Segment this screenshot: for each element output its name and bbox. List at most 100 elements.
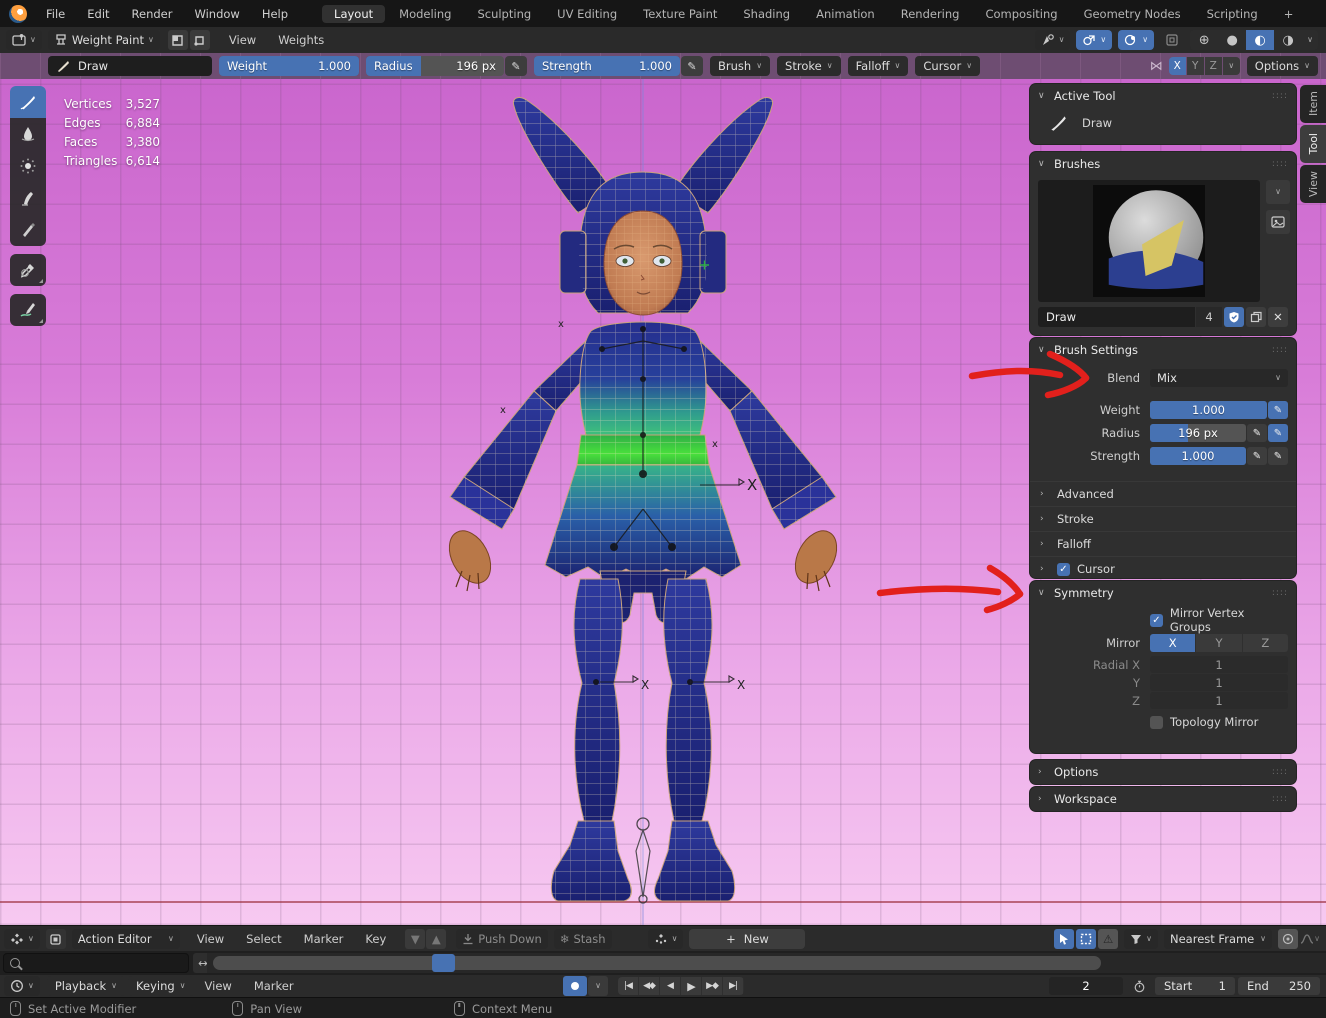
subpanel-stroke[interactable]: ›Stroke <box>1030 506 1296 531</box>
workspace-tab-animation[interactable]: Animation <box>804 5 887 23</box>
tool-blur-button[interactable] <box>10 118 46 150</box>
dopesheet-menu-view[interactable]: View <box>186 932 235 946</box>
workspace-tab-shading[interactable]: Shading <box>731 5 802 23</box>
subpanel-advanced[interactable]: ›Advanced <box>1030 481 1296 506</box>
panel-options-header[interactable]: › Options :::: <box>1030 760 1296 783</box>
weight-slider[interactable]: Weight 1.000 <box>219 56 359 76</box>
tool-average-button[interactable] <box>10 150 46 182</box>
sidebar-tab-item[interactable]: Item <box>1300 85 1326 123</box>
proportional-edit-toggle[interactable] <box>1278 929 1298 949</box>
panel-brush-settings-header[interactable]: ∨ Brush Settings :::: <box>1030 338 1296 361</box>
dopesheet-menu-key[interactable]: Key <box>354 932 397 946</box>
menu-file[interactable]: File <box>35 7 76 21</box>
panel-grip-icon[interactable]: :::: <box>1272 588 1288 598</box>
dopesheet-scroll-track[interactable] <box>207 953 1326 973</box>
push-down-button[interactable]: Push Down <box>456 929 548 949</box>
subpanel-falloff[interactable]: ›Falloff <box>1030 531 1296 556</box>
workspace-tab-scripting[interactable]: Scripting <box>1195 5 1270 23</box>
radius-slider[interactable]: 196 px <box>1150 424 1246 442</box>
only-errors-toggle[interactable]: ⚠ <box>1098 929 1118 949</box>
jump-to-start-button[interactable]: |◀ <box>618 977 638 995</box>
sidebar-tab-tool[interactable]: Tool <box>1300 125 1326 163</box>
workspace-tab-sculpting[interactable]: Sculpting <box>465 5 543 23</box>
select-box-button[interactable] <box>1076 929 1096 949</box>
panel-workspace-header[interactable]: › Workspace :::: <box>1030 787 1296 810</box>
panel-active-tool-header[interactable]: ∨ Active Tool :::: <box>1030 84 1296 107</box>
blender-logo-icon[interactable] <box>9 5 27 23</box>
keying-set-button[interactable]: ∨ <box>648 929 684 949</box>
play-button[interactable]: ▶ <box>681 977 701 995</box>
brush-preview[interactable] <box>1038 180 1260 302</box>
menu-view[interactable]: View <box>218 33 267 47</box>
panel-grip-icon[interactable]: :::: <box>1272 767 1288 777</box>
unified-radius-button[interactable]: ✎ <box>1268 424 1288 442</box>
vertex-mask-toggle[interactable] <box>190 30 210 50</box>
panel-grip-icon[interactable]: :::: <box>1272 794 1288 804</box>
current-frame-field[interactable]: 2 <box>1049 977 1123 995</box>
weight-slider[interactable]: 1.000 <box>1150 401 1267 419</box>
mirror-x-toggle[interactable]: X <box>1169 57 1186 75</box>
panel-grip-icon[interactable]: :::: <box>1272 91 1288 101</box>
playback-dropdown[interactable]: Playback∨ <box>47 976 125 996</box>
use-preview-range-button[interactable] <box>1129 976 1149 996</box>
tool-annotate-button[interactable] <box>10 294 46 326</box>
select-tweak-button[interactable] <box>1054 929 1074 949</box>
radial-y-field[interactable]: 1 <box>1150 674 1288 691</box>
paint-mask-toggle[interactable] <box>168 30 188 50</box>
panel-grip-icon[interactable]: :::: <box>1272 345 1288 355</box>
auto-keying-dropdown[interactable]: ∨ <box>588 976 608 996</box>
shading-material-button[interactable]: ◐ <box>1246 30 1274 50</box>
unlink-brush-button[interactable]: ✕ <box>1268 307 1288 327</box>
unified-strength-button[interactable]: ✎ <box>1268 447 1288 465</box>
strength-slider[interactable]: 1.000 <box>1150 447 1246 465</box>
play-reverse-button[interactable]: ◀ <box>660 977 680 995</box>
shading-rendered-button[interactable]: ◑ <box>1274 30 1302 50</box>
stroke-dropdown[interactable]: Stroke∨ <box>777 56 841 76</box>
timeline-menu-marker[interactable]: Marker <box>243 979 305 993</box>
sidebar-tab-view[interactable]: View <box>1300 165 1326 203</box>
browse-action-up-button[interactable]: ▲ <box>426 929 446 949</box>
options-dropdown[interactable]: Options∨ <box>1247 56 1318 76</box>
radial-z-field[interactable]: 1 <box>1150 692 1288 709</box>
keying-dropdown[interactable]: Keying∨ <box>128 976 194 996</box>
dopesheet-editor-type-button[interactable]: ∨ <box>4 929 40 949</box>
topology-mirror-checkbox[interactable] <box>1150 716 1163 729</box>
radial-x-field[interactable]: 1 <box>1150 656 1288 673</box>
brush-dropdown[interactable]: Brush∨ <box>710 56 770 76</box>
cursor-checkbox[interactable]: ✓ <box>1057 563 1070 576</box>
subpanel-cursor[interactable]: › ✓ Cursor <box>1030 556 1296 581</box>
tool-gradient-button[interactable] <box>10 214 46 246</box>
end-frame-field[interactable]: End 250 <box>1238 977 1320 995</box>
menu-render[interactable]: Render <box>121 7 184 21</box>
start-frame-field[interactable]: Start 1 <box>1155 977 1235 995</box>
workspace-tab-layout[interactable]: Layout <box>322 5 385 23</box>
strength-pressure-button[interactable]: ✎ <box>1247 447 1267 465</box>
channel-search-input[interactable] <box>3 953 189 973</box>
unified-weight-button[interactable]: ✎ <box>1268 401 1288 419</box>
blend-mode-dropdown[interactable]: Mix ∨ <box>1150 369 1288 387</box>
region-overlap-icon[interactable] <box>1162 30 1182 50</box>
panel-grip-icon[interactable]: :::: <box>1272 159 1288 169</box>
mirror-vertex-groups-checkbox[interactable]: ✓ <box>1150 614 1163 627</box>
active-tool-field[interactable]: Draw <box>48 56 212 76</box>
horizontal-scrollbar[interactable] <box>213 956 1101 970</box>
show-gizmo-dropdown[interactable]: ∨ <box>1035 30 1071 50</box>
editor-type-button[interactable]: ∨ <box>6 30 42 50</box>
panel-brushes-header[interactable]: ∨ Brushes :::: <box>1030 152 1296 175</box>
falloff-dropdown[interactable]: Falloff∨ <box>848 56 909 76</box>
proportional-falloff-dropdown[interactable]: ∨ <box>1300 929 1320 949</box>
dopesheet-menu-select[interactable]: Select <box>235 932 292 946</box>
mirror-x-button[interactable]: X <box>1150 634 1195 652</box>
mirror-more-dropdown[interactable]: ∨ <box>1223 57 1240 75</box>
brush-image-button[interactable] <box>1266 210 1290 234</box>
shading-solid-button[interactable]: ● <box>1218 30 1246 50</box>
shading-wireframe-button[interactable]: ⊕ <box>1190 30 1218 50</box>
stash-button[interactable]: ❄ Stash <box>554 929 612 949</box>
menu-window[interactable]: Window <box>183 7 250 21</box>
fake-user-shield-button[interactable] <box>1224 307 1244 327</box>
timeline-editor-type-button[interactable]: ∨ <box>4 976 40 996</box>
radius-slider[interactable]: Radius 196 px <box>366 56 504 76</box>
current-frame-indicator[interactable] <box>432 954 455 972</box>
workspace-tab-geometry-nodes[interactable]: Geometry Nodes <box>1072 5 1193 23</box>
tool-smear-button[interactable] <box>10 182 46 214</box>
